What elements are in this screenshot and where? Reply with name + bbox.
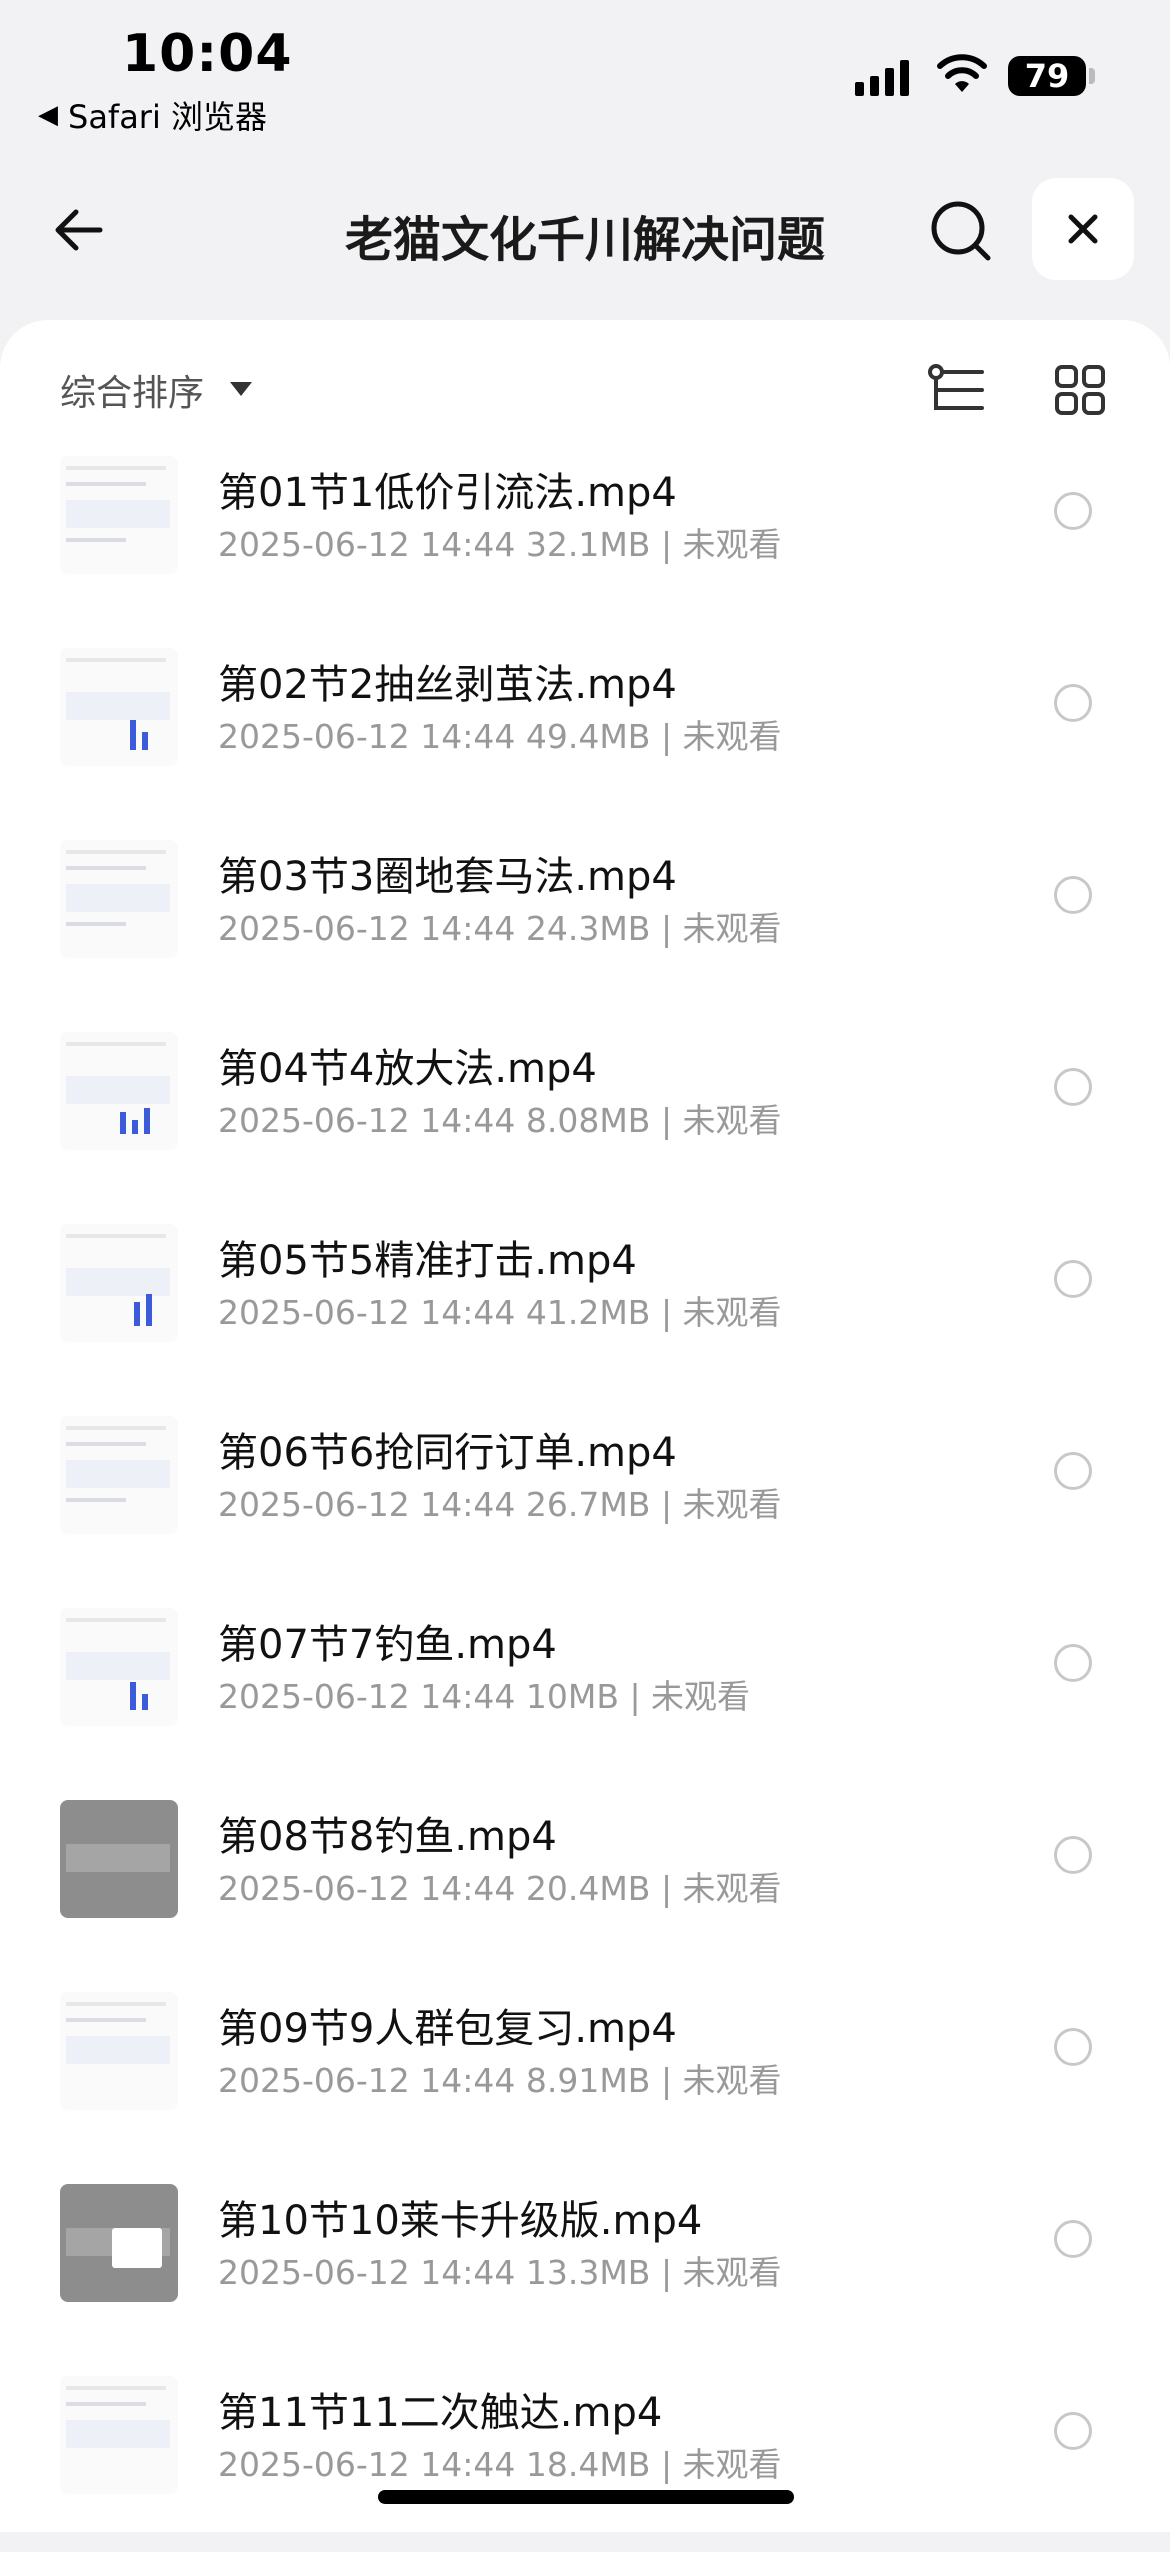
select-radio[interactable] — [1054, 1644, 1092, 1682]
status-bar: 10:04 ◀ Safari 浏览器 79 — [0, 0, 1170, 150]
video-thumbnail — [60, 456, 178, 574]
file-name: 第05节5精准打击.mp4 — [218, 1238, 637, 1284]
file-name: 第04节4放大法.mp4 — [218, 1046, 597, 1092]
list-item[interactable]: 第04节4放大法.mp4 2025-06-12 14:44 8.08MB | 未… — [0, 1016, 1170, 1208]
list-item[interactable]: 第01节1低价引流法.mp4 2025-06-12 14:44 32.1MB |… — [0, 440, 1170, 632]
select-radio[interactable] — [1054, 2412, 1092, 2450]
file-name: 第09节9人群包复习.mp4 — [218, 2006, 677, 2052]
select-radio[interactable] — [1054, 1260, 1092, 1298]
video-thumbnail — [60, 1224, 178, 1342]
file-meta: 2025-06-12 14:44 26.7MB | 未观看 — [218, 1485, 782, 1524]
file-name: 第01节1低价引流法.mp4 — [218, 470, 677, 516]
file-meta: 2025-06-12 14:44 20.4MB | 未观看 — [218, 1869, 782, 1908]
list-item[interactable]: 第11节11二次触达.mp4 2025-06-12 14:44 18.4MB |… — [0, 2360, 1170, 2552]
cellular-signal-icon — [855, 58, 909, 96]
back-triangle-icon: ◀ — [38, 100, 58, 130]
video-thumbnail — [60, 1608, 178, 1726]
select-radio[interactable] — [1054, 876, 1092, 914]
file-list-sheet: 综合排序 第01节1低价引流法.mp4 2025-06-12 14:44 32.… — [0, 320, 1170, 2532]
navigation-bar: 老猫文化千川解决问题 — [0, 170, 1170, 290]
file-name: 第08节8钓鱼.mp4 — [218, 1814, 557, 1860]
grid-view-icon[interactable] — [1054, 364, 1106, 416]
file-meta: 2025-06-12 14:44 8.91MB | 未观看 — [218, 2061, 782, 2100]
select-radio[interactable] — [1054, 1836, 1092, 1874]
list-item[interactable]: 第10节10莱卡升级版.mp4 2025-06-12 14:44 13.3MB … — [0, 2168, 1170, 2360]
back-app-label: Safari 浏览器 — [68, 98, 268, 136]
file-meta: 2025-06-12 14:44 10MB | 未观看 — [218, 1677, 751, 1716]
select-radio[interactable] — [1054, 1452, 1092, 1490]
tree-view-icon[interactable] — [926, 362, 988, 418]
file-meta: 2025-06-12 14:44 49.4MB | 未观看 — [218, 717, 782, 756]
sort-toolbar: 综合排序 — [0, 320, 1170, 460]
file-name: 第10节10莱卡升级版.mp4 — [218, 2198, 703, 2244]
list-item[interactable]: 第07节7钓鱼.mp4 2025-06-12 14:44 10MB | 未观看 — [0, 1592, 1170, 1784]
select-radio[interactable] — [1054, 2220, 1092, 2258]
sort-dropdown[interactable]: 综合排序 — [60, 364, 204, 416]
list-item[interactable]: 第09节9人群包复习.mp4 2025-06-12 14:44 8.91MB |… — [0, 1976, 1170, 2168]
file-meta: 2025-06-12 14:44 24.3MB | 未观看 — [218, 909, 782, 948]
video-thumbnail — [60, 840, 178, 958]
battery-icon: 79 — [1008, 56, 1086, 96]
select-radio[interactable] — [1054, 2028, 1092, 2066]
video-thumbnail — [60, 1416, 178, 1534]
list-item[interactable]: 第08节8钓鱼.mp4 2025-06-12 14:44 20.4MB | 未观… — [0, 1784, 1170, 1976]
battery-tip — [1089, 68, 1095, 84]
video-thumbnail — [60, 1992, 178, 2110]
list-item[interactable]: 第03节3圈地套马法.mp4 2025-06-12 14:44 24.3MB |… — [0, 824, 1170, 1016]
back-to-app-link[interactable]: ◀ Safari 浏览器 — [38, 92, 267, 138]
file-meta: 2025-06-12 14:44 18.4MB | 未观看 — [218, 2445, 782, 2484]
file-meta: 2025-06-12 14:44 41.2MB | 未观看 — [218, 1293, 782, 1332]
caret-down-icon[interactable] — [230, 382, 252, 396]
list-item[interactable]: 第02节2抽丝剥茧法.mp4 2025-06-12 14:44 49.4MB |… — [0, 632, 1170, 824]
search-icon[interactable] — [926, 196, 996, 266]
video-thumbnail — [60, 2376, 178, 2494]
close-button[interactable] — [1032, 178, 1134, 280]
status-time: 10:04 — [122, 24, 293, 84]
file-name: 第11节11二次触达.mp4 — [218, 2390, 663, 2436]
wifi-icon — [937, 54, 987, 92]
select-radio[interactable] — [1054, 492, 1092, 530]
video-thumbnail — [60, 648, 178, 766]
file-name: 第02节2抽丝剥茧法.mp4 — [218, 662, 677, 708]
select-radio[interactable] — [1054, 1068, 1092, 1106]
home-indicator[interactable] — [378, 2490, 794, 2504]
video-thumbnail — [60, 1032, 178, 1150]
video-thumbnail — [60, 1800, 178, 1918]
select-radio[interactable] — [1054, 684, 1092, 722]
file-meta: 2025-06-12 14:44 32.1MB | 未观看 — [218, 525, 782, 564]
file-name: 第06节6抢同行订单.mp4 — [218, 1430, 677, 1476]
file-list: 第01节1低价引流法.mp4 2025-06-12 14:44 32.1MB |… — [0, 440, 1170, 2552]
close-icon — [1068, 214, 1098, 244]
file-meta: 2025-06-12 14:44 8.08MB | 未观看 — [218, 1101, 782, 1140]
list-item[interactable]: 第05节5精准打击.mp4 2025-06-12 14:44 41.2MB | … — [0, 1208, 1170, 1400]
file-name: 第03节3圈地套马法.mp4 — [218, 854, 677, 900]
video-thumbnail — [60, 2184, 178, 2302]
file-name: 第07节7钓鱼.mp4 — [218, 1622, 557, 1668]
list-item[interactable]: 第06节6抢同行订单.mp4 2025-06-12 14:44 26.7MB |… — [0, 1400, 1170, 1592]
file-meta: 2025-06-12 14:44 13.3MB | 未观看 — [218, 2253, 782, 2292]
